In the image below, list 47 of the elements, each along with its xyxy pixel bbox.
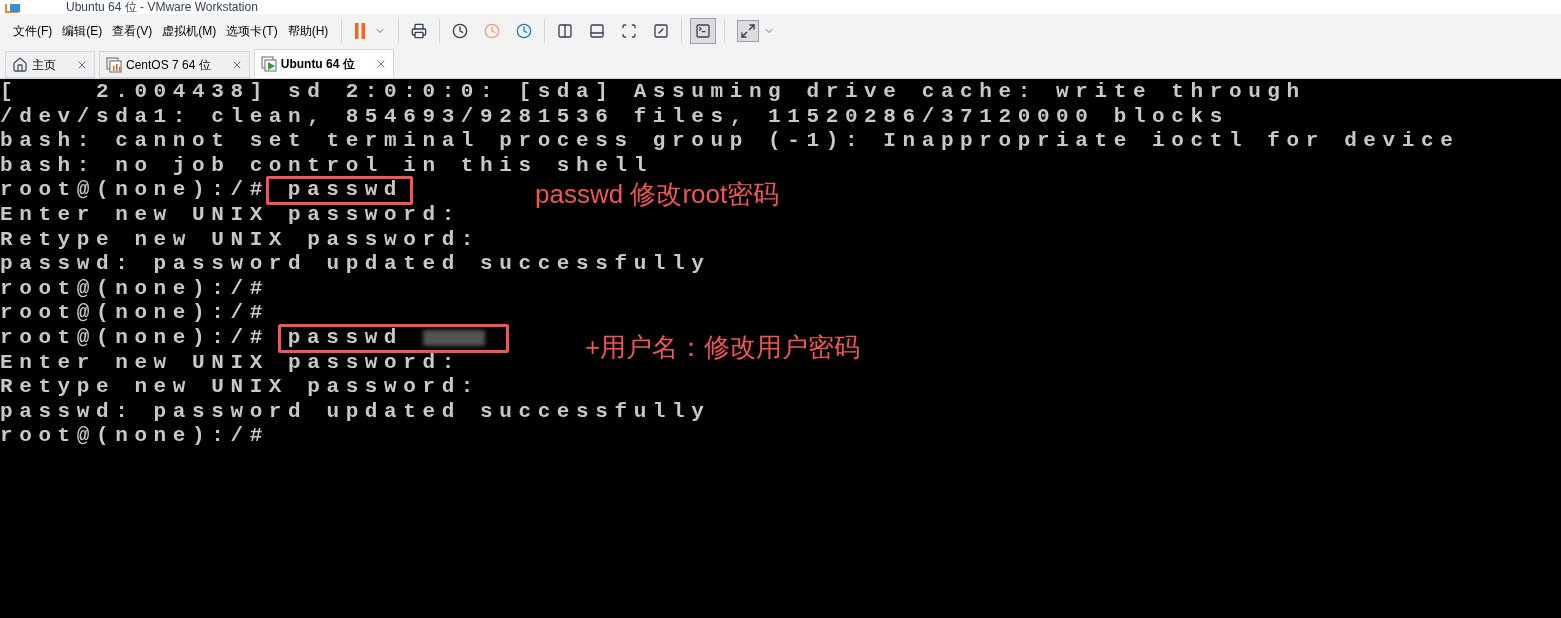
console-line: bash: cannot set terminal process group (-1): Inappropriate ioctl for device bbox=[0, 129, 1460, 154]
tab[interactable]: 主页 bbox=[5, 51, 95, 78]
menu-item[interactable]: 虚拟机(M) bbox=[157, 18, 222, 43]
console-line: root@(none):/# bbox=[0, 301, 269, 326]
sidebar-layout-icon bbox=[557, 22, 574, 39]
tab-label: CentOS 7 64 位 bbox=[126, 56, 211, 74]
menu-item[interactable]: 选项卡(T) bbox=[221, 18, 283, 43]
tab-label: Ubuntu 64 位 bbox=[280, 55, 355, 73]
terminal-icon bbox=[695, 22, 712, 39]
console-line: root@(none):/# bbox=[0, 276, 269, 302]
app-logo-icon bbox=[4, 4, 22, 14]
frame-icon bbox=[621, 22, 638, 39]
console-line: Retype new UNIX password: bbox=[0, 375, 481, 400]
console-line: root@(none):/# bbox=[0, 325, 269, 351]
console-line: bash: no job control in this shell bbox=[0, 153, 653, 179]
console-line: Enter new UNIX password: bbox=[0, 202, 461, 228]
console-line: root@(none):/# bbox=[0, 178, 269, 203]
command-text: passwd bbox=[287, 178, 404, 203]
stretch-icon bbox=[740, 22, 757, 39]
console-button[interactable] bbox=[690, 17, 717, 44]
tab[interactable]: CentOS 7 64 位 bbox=[99, 51, 250, 78]
console-line: [ 2.004438] sd 2:0:0:0: [sda] Assuming drive cache: write through bbox=[0, 80, 1306, 105]
tab[interactable]: Ubuntu 64 位 bbox=[253, 49, 394, 78]
menu-item[interactable]: 编辑(E) bbox=[57, 18, 108, 43]
slashed-square-icon bbox=[653, 22, 670, 39]
pause-icon bbox=[354, 21, 367, 40]
home-icon bbox=[12, 56, 28, 73]
clock-icon bbox=[484, 22, 501, 39]
command-text: passwd bbox=[287, 325, 404, 351]
menu-item[interactable]: 查看(V) bbox=[107, 18, 158, 43]
console-line: Enter new UNIX password: bbox=[0, 350, 461, 376]
clock-icon bbox=[516, 22, 533, 39]
annotation-note: +用户名：修改用户密码 bbox=[585, 331, 861, 362]
menu-item[interactable]: 帮助(H) bbox=[282, 18, 334, 43]
window-title: Ubuntu 64 位 - VMware Workstation bbox=[66, 1, 258, 14]
vm-running-icon bbox=[260, 55, 277, 72]
annotation-note: passwd 修改root密码 bbox=[535, 179, 780, 210]
console-line: passwd: password updated successfully bbox=[0, 399, 711, 425]
menu-item[interactable]: 文件(F) bbox=[8, 18, 58, 43]
console-line: Retype new UNIX password: bbox=[0, 227, 481, 253]
bottom-panel-icon bbox=[589, 22, 606, 39]
console-line: passwd: password updated successfully bbox=[0, 252, 711, 277]
console-line: /dev/sda1: clean, 854693/9281536 files, 11520286/37120000 blocks bbox=[0, 104, 1229, 130]
clock-icon bbox=[452, 22, 469, 39]
vm-icon bbox=[106, 56, 122, 73]
console-line: root@(none):/# bbox=[0, 424, 269, 449]
tab-label: 主页 bbox=[32, 56, 56, 74]
